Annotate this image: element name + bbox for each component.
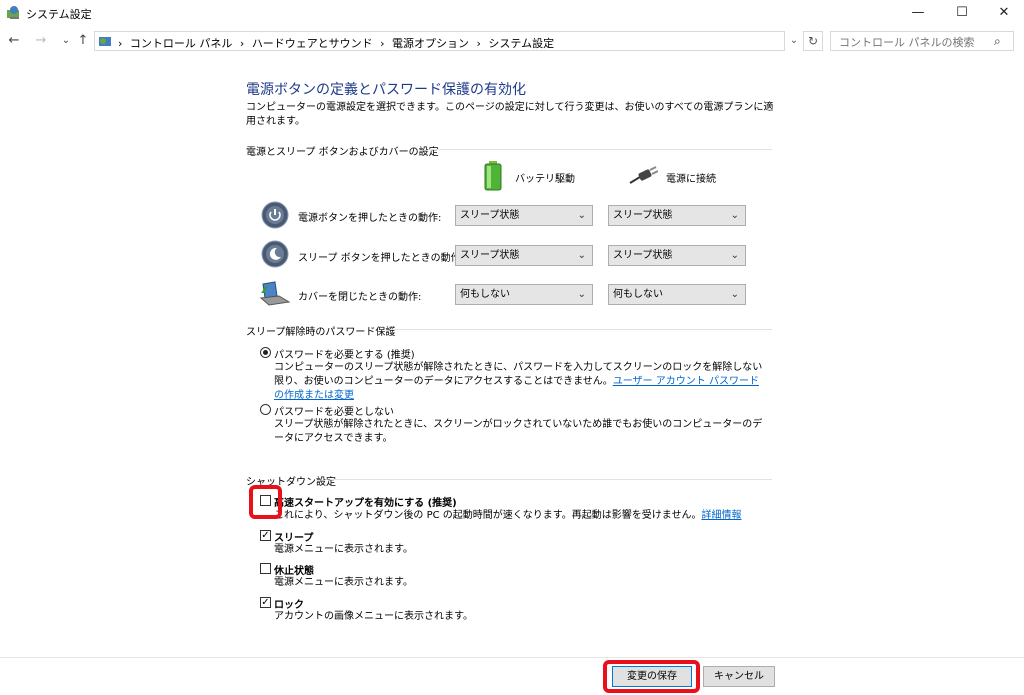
lock-label[interactable]: ロック [274,596,304,611]
hibernate-checkbox[interactable] [260,563,271,574]
forward-arrow-icon[interactable]: → [33,33,49,49]
no-password-radio[interactable] [260,404,271,415]
control-panel-icon [99,37,111,46]
chevron-down-icon: ⌄ [577,210,586,221]
no-password-description: スリープ状態が解除されたときに、スクリーンがロックされていないため誰でもお使いの… [274,419,763,444]
power-button-plugged-select[interactable]: スリープ状態 ⌄ [608,205,746,226]
power-section-heading: 電源とスリープ ボタンおよびカバーの設定 [246,147,439,158]
sleep-description: 電源メニューに表示されます。 [274,544,413,555]
hibernate-label[interactable]: 休止状態 [274,562,314,577]
power-button-action-label: 電源ボタンを押したときの動作: [298,213,442,224]
up-arrow-icon[interactable]: ↑ [75,33,91,49]
require-password-label[interactable]: パスワードを必要とする (推奨) [274,346,415,361]
breadcrumb-hardware-sound[interactable]: ハードウェアとサウンド [252,37,373,50]
power-options-icon [7,6,19,19]
sleep-label[interactable]: スリープ [274,529,313,544]
highlight-box [603,660,700,693]
breadcrumb-power-options[interactable]: 電源オプション [392,37,469,50]
address-dropdown-chevron-icon[interactable]: ⌄ [784,31,804,51]
window-title: システム設定 [26,8,92,21]
divider [428,149,772,150]
power-button-battery-select[interactable]: スリープ状態 ⌄ [455,205,593,226]
sleep-button-action-label: スリープ ボタンを押したときの動作: [298,253,464,264]
breadcrumb-separator: › [118,37,123,50]
search-input[interactable] [830,31,1014,51]
lock-description: アカウントの画像メニューに表示されます。 [274,611,473,622]
back-arrow-icon[interactable]: ← [6,33,22,49]
description-text: これにより、シャットダウン後の PC の起動時間が速くなります。再起動は影響を受… [274,510,702,521]
page-title: 電源ボタンの定義とパスワード保護の有効化 [246,82,526,98]
close-button[interactable]: ✕ [984,0,1024,26]
breadcrumb-system-settings[interactable]: システム設定 [488,37,554,50]
laptop-lid-icon [259,281,291,306]
breadcrumb-separator[interactable]: › [380,37,384,50]
highlight-box [249,485,282,519]
select-value: スリープ状態 [613,210,673,221]
recent-locations-chevron-icon[interactable]: ⌄ [58,33,74,49]
sleep-button-plugged-select[interactable]: スリープ状態 ⌄ [608,245,746,266]
lid-close-action-label: カバーを閉じたときの動作: [298,292,422,303]
chevron-down-icon: ⌄ [730,289,739,300]
battery-icon [484,161,502,191]
lid-close-battery-select[interactable]: 何もしない ⌄ [455,284,593,305]
sleep-button-icon [261,240,289,268]
breadcrumb-control-panel[interactable]: コントロール パネル [130,37,233,50]
breadcrumb-separator[interactable]: › [240,37,244,50]
cancel-button[interactable]: キャンセル [703,666,775,687]
select-value: 何もしない [460,289,510,300]
divider [390,329,772,330]
breadcrumb: › コントロール パネル › ハードウェアとサウンド › 電源オプション › シ… [118,35,558,51]
battery-column-header: バッテリ駆動 [515,174,575,185]
divider [330,479,772,480]
sleep-button-battery-select[interactable]: スリープ状態 ⌄ [455,245,593,266]
footer-divider [0,657,1024,658]
select-value: スリープ状態 [613,250,673,261]
chevron-down-icon: ⌄ [730,250,739,261]
fast-startup-label[interactable]: 高速スタートアップを有効にする (推奨) [274,494,457,509]
more-info-link[interactable]: 詳細情報 [701,510,741,521]
select-value: スリープ状態 [460,250,520,261]
fast-startup-description: これにより、シャットダウン後の PC の起動時間が速くなります。再起動は影響を受… [274,509,774,523]
page-description: コンピューターの電源設定を選択できます。このページの設定に対して行う変更は、お使… [246,102,774,127]
refresh-icon[interactable]: ↻ [803,31,823,51]
lid-close-plugged-select[interactable]: 何もしない ⌄ [608,284,746,305]
chevron-down-icon: ⌄ [577,289,586,300]
select-value: スリープ状態 [460,210,520,221]
power-button-icon [261,201,289,229]
password-section-heading: スリープ解除時のパスワード保護 [246,327,396,338]
plugged-in-column-header: 電源に接続 [666,174,716,185]
require-password-radio[interactable] [260,347,271,358]
lock-checkbox[interactable]: ✓ [260,597,271,608]
maximize-button[interactable]: ☐ [942,0,982,26]
breadcrumb-separator[interactable]: › [477,37,481,50]
hibernate-description: 電源メニューに表示されます。 [274,577,413,588]
no-password-label[interactable]: パスワードを必要としない [274,403,394,418]
power-plug-icon [629,166,658,184]
require-password-description: コンピューターのスリープ状態が解除されたときに、パスワードを入力してスクリーンの… [274,361,768,403]
sleep-checkbox[interactable]: ✓ [260,530,271,541]
search-icon[interactable]: ⌕ [994,34,1001,49]
minimize-button[interactable]: — [898,0,938,26]
chevron-down-icon: ⌄ [730,210,739,221]
select-value: 何もしない [613,289,663,300]
chevron-down-icon: ⌄ [577,250,586,261]
title-bar: システム設定 — ☐ ✕ [0,0,1024,26]
